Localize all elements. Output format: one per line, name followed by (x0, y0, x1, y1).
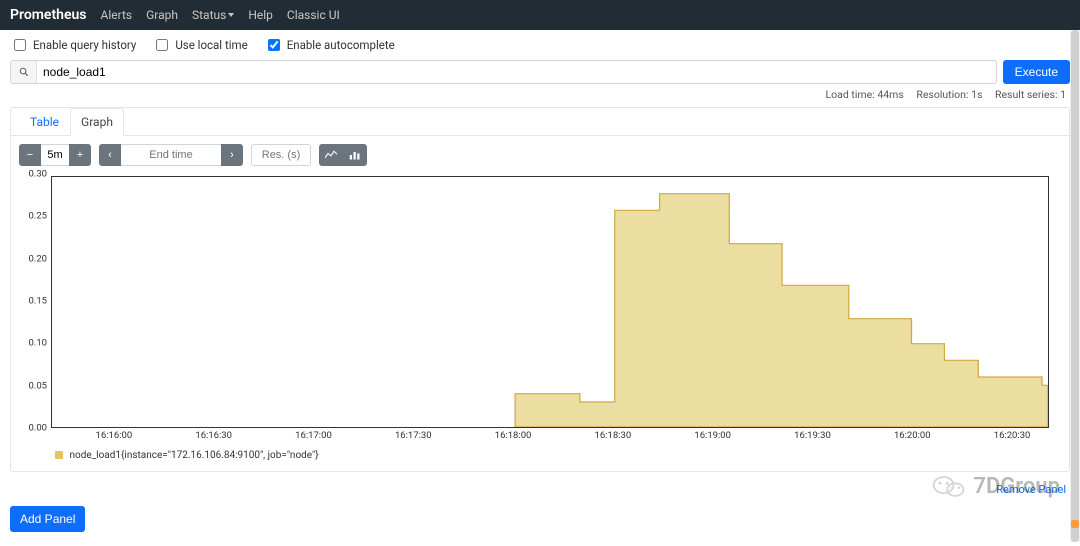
tab-table[interactable]: Table (19, 108, 70, 136)
add-panel-button[interactable]: Add Panel (10, 506, 85, 532)
x-tick: 16:17:30 (395, 430, 432, 441)
query-row: Execute (0, 60, 1080, 84)
scrollbar[interactable] (1070, 30, 1080, 542)
nav-status[interactable]: Status (192, 8, 234, 22)
res-group (251, 144, 311, 166)
x-tick: 16:20:30 (994, 430, 1031, 441)
x-tick: 16:20:00 (894, 430, 931, 441)
query-input[interactable] (37, 61, 996, 83)
x-tick: 16:19:00 (694, 430, 731, 441)
y-tick: 0.00 (28, 423, 47, 434)
nav-help[interactable]: Help (248, 8, 273, 22)
panel: Table Graph − + ‹ › 0.30 0.25 0.20 0.15 0.10… (10, 107, 1070, 472)
y-tick: 0.10 (28, 338, 47, 349)
search-icon (11, 61, 37, 83)
chevron-down-icon (228, 13, 234, 17)
meta-row: Load time: 44ms Resolution: 1s Result se… (0, 84, 1080, 101)
opt-history-label: Enable query history (33, 38, 136, 52)
x-tick: 16:18:30 (595, 430, 632, 441)
autocomplete-checkbox[interactable] (268, 39, 280, 51)
nav-status-label: Status (192, 8, 226, 22)
time-next-button[interactable]: › (221, 144, 243, 166)
scroll-thumb[interactable] (1071, 30, 1079, 542)
x-tick: 16:16:00 (96, 430, 133, 441)
meta-load: Load time: 44ms (826, 88, 904, 101)
opt-history[interactable]: Enable query history (10, 36, 136, 54)
range-plus-button[interactable]: + (69, 144, 91, 166)
stacked-mode-button[interactable] (343, 144, 367, 166)
bar-chart-icon (349, 150, 361, 160)
legend[interactable]: node_load1{instance="172.16.106.84:9100"… (11, 444, 1069, 465)
chart: 0.300.250.200.150.100.050.00 16:16:0016:… (21, 174, 1049, 444)
opt-localtime[interactable]: Use local time (152, 36, 247, 54)
y-tick: 0.15 (28, 296, 47, 307)
range-group: − + (19, 144, 91, 166)
tab-graph[interactable]: Graph (70, 108, 124, 136)
remove-row: Remove Panel (0, 478, 1080, 500)
range-input[interactable] (41, 144, 69, 166)
x-tick: 16:18:00 (495, 430, 532, 441)
endtime-input[interactable] (121, 144, 221, 166)
nav-alerts[interactable]: Alerts (101, 8, 133, 22)
y-tick: 0.20 (28, 253, 47, 264)
range-minus-button[interactable]: − (19, 144, 41, 166)
opt-autocomplete[interactable]: Enable autocomplete (264, 36, 395, 54)
meta-res: Resolution: 1s (916, 88, 982, 101)
line-mode-button[interactable] (319, 144, 343, 166)
line-chart-icon (325, 150, 337, 160)
remove-panel-link[interactable]: Remove Panel (996, 483, 1066, 496)
x-tick: 16:17:00 (295, 430, 332, 441)
time-prev-button[interactable]: ‹ (99, 144, 121, 166)
y-tick: 0.05 (28, 380, 47, 391)
y-axis: 0.300.250.200.150.100.050.00 (21, 174, 49, 428)
navbar: Prometheus Alerts Graph Status Help Clas… (0, 0, 1080, 30)
x-tick: 16:19:30 (794, 430, 831, 441)
endtime-group: ‹ › (99, 144, 243, 166)
tabs: Table Graph (11, 107, 1069, 136)
legend-label: node_load1{instance="172.16.106.84:9100"… (69, 450, 318, 461)
query-box (10, 60, 997, 84)
brand: Prometheus (10, 7, 87, 23)
x-axis: 16:16:00 16:16:30 16:17:00 16:17:30 16:18:00… (51, 430, 1049, 444)
meta-series: Result series: 1 (995, 88, 1066, 101)
scroll-indicator (1071, 520, 1079, 528)
options-bar: Enable query history Use local time Enab… (0, 30, 1080, 60)
execute-button[interactable]: Execute (1003, 60, 1070, 84)
y-tick: 0.30 (28, 169, 47, 180)
y-tick: 0.25 (28, 211, 47, 222)
plot-area[interactable] (51, 176, 1049, 428)
x-tick: 16:16:30 (195, 430, 232, 441)
history-checkbox[interactable] (14, 39, 26, 51)
nav-classic[interactable]: Classic UI (287, 8, 340, 22)
mode-group (319, 144, 367, 166)
legend-swatch (55, 451, 63, 459)
localtime-checkbox[interactable] (156, 39, 168, 51)
opt-localtime-label: Use local time (175, 38, 247, 52)
nav-graph[interactable]: Graph (146, 8, 178, 22)
res-input[interactable] (251, 144, 311, 166)
opt-autocomplete-label: Enable autocomplete (287, 38, 395, 52)
graph-controls: − + ‹ › (11, 136, 1069, 170)
